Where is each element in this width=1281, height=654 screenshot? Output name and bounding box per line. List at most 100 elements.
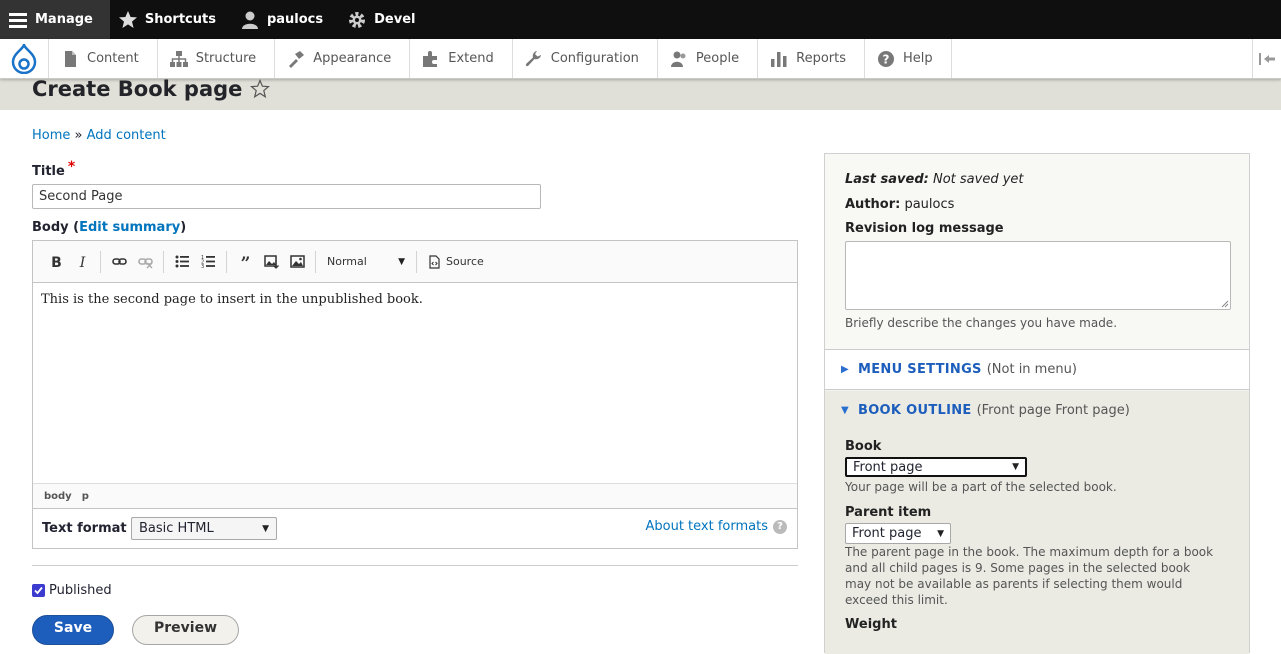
chevron-down-icon: ▼: [398, 256, 405, 267]
menu-item-help[interactable]: ? Help: [865, 39, 952, 78]
parent-item-select[interactable]: Front page ▼: [845, 523, 951, 544]
published-field: Published: [32, 583, 112, 598]
menu-item-label: People: [695, 51, 740, 66]
devel-tab[interactable]: Devel: [339, 0, 431, 39]
top-toolbar: Manage Shortcuts paulocs Devel: [0, 0, 1281, 39]
author-value: paulocs: [904, 197, 955, 212]
image-icon[interactable]: [284, 249, 310, 275]
menu-item-reports[interactable]: Reports: [758, 39, 865, 78]
unlink-icon[interactable]: [132, 249, 158, 275]
published-checkbox[interactable]: [32, 584, 45, 597]
menu-item-people[interactable]: People: [658, 39, 759, 78]
weight-label-wrap: Weight: [845, 617, 897, 632]
menu-settings-summary[interactable]: ▶ MENU SETTINGS (Not in menu): [841, 362, 1077, 377]
menu-item-appearance[interactable]: Appearance: [275, 39, 411, 78]
revision-help: Briefly describe the changes you have ma…: [845, 316, 1118, 330]
revision-label-wrap: Revision log message: [845, 221, 1004, 236]
title-label-wrap: Title *: [32, 159, 75, 179]
breadcrumb-home[interactable]: Home: [32, 128, 70, 143]
weight-label: Weight: [845, 617, 897, 632]
edit-summary-link[interactable]: Edit summary: [79, 220, 180, 235]
bulleted-list-icon[interactable]: [169, 249, 195, 275]
parent-item-value: Front page: [852, 526, 922, 541]
link-icon[interactable]: [106, 249, 132, 275]
book-select[interactable]: Front page ▼: [845, 457, 1027, 477]
user-icon: [240, 10, 260, 30]
content-icon: [61, 50, 79, 68]
drupal-logo-icon[interactable]: [0, 39, 49, 78]
save-button[interactable]: Save: [32, 615, 114, 645]
star-icon: [118, 10, 138, 30]
menu-item-structure[interactable]: Structure: [158, 39, 276, 78]
path-item-body[interactable]: body: [44, 491, 72, 502]
hamburger-icon: [8, 10, 28, 30]
breadcrumb: Home » Add content: [32, 128, 166, 143]
parent-help-line: may not be available as parents if selec…: [845, 577, 1183, 591]
about-text-formats-label: About text formats: [645, 519, 768, 534]
extend-icon: [422, 50, 440, 68]
numbered-list-icon[interactable]: 123: [195, 249, 221, 275]
collapse-tray-icon[interactable]: [1252, 39, 1281, 78]
toolbar-separator: [416, 250, 417, 273]
menu-settings-title: MENU SETTINGS: [858, 362, 982, 377]
breadcrumb-add-content[interactable]: Add content: [87, 128, 166, 143]
toolbar-separator: [226, 250, 227, 273]
gear-icon: [347, 10, 367, 30]
triangle-down-icon: ▼: [841, 405, 849, 416]
devel-label: Devel: [374, 12, 416, 27]
editor-paragraph: This is the second page to insert in the…: [41, 292, 423, 307]
text-format-value: Basic HTML: [139, 521, 214, 536]
title-input[interactable]: [32, 184, 541, 209]
page-title: Create Book page: [32, 77, 243, 101]
shortcuts-label: Shortcuts: [144, 12, 216, 27]
bold-button[interactable]: B: [43, 249, 69, 275]
italic-button[interactable]: I: [69, 249, 95, 275]
manage-tab[interactable]: Manage: [0, 0, 110, 39]
menu-item-configuration[interactable]: Configuration: [513, 39, 658, 78]
insert-image-upload-icon[interactable]: [258, 249, 284, 275]
revision-label: Revision log message: [845, 221, 1004, 236]
book-outline-summary[interactable]: ▼ BOOK OUTLINE (Front page Front page): [841, 403, 1130, 418]
breadcrumb-separator: »: [74, 128, 83, 143]
text-format-select[interactable]: Basic HTML ▼: [131, 517, 277, 540]
parent-help: The parent page in the book. The maximum…: [845, 544, 1213, 608]
meta-sidebar: Last saved: Not saved yet Author: pauloc…: [824, 153, 1250, 654]
about-text-formats-link[interactable]: About text formats ?: [645, 519, 787, 534]
chevron-down-icon: ▼: [937, 528, 944, 539]
preview-button[interactable]: Preview: [132, 615, 239, 645]
svg-text:”: ”: [240, 254, 250, 269]
chevron-down-icon: ▼: [262, 523, 269, 534]
menu-item-extend[interactable]: Extend: [410, 39, 513, 78]
menu-item-label: Appearance: [313, 51, 392, 66]
menu-item-label: Help: [903, 51, 933, 66]
book-help: Your page will be a part of the selected…: [845, 480, 1117, 494]
shortcuts-tab[interactable]: Shortcuts: [110, 0, 232, 39]
meta-section: Last saved: Not saved yet Author: pauloc…: [825, 154, 1249, 350]
svg-text:?: ?: [883, 52, 890, 66]
menu-item-label: Reports: [796, 51, 846, 66]
book-label-wrap: Book: [845, 439, 881, 454]
heading-dropdown-value: Normal: [327, 255, 367, 268]
editor-content[interactable]: This is the second page to insert in the…: [33, 283, 797, 483]
source-button[interactable]: Source: [422, 249, 490, 275]
editor-toolbar: B I 123 ” Normal ▼ Source: [33, 241, 797, 283]
admin-menu-tray: Content Structure Appearance Extend Conf…: [0, 39, 1281, 79]
divider: [32, 565, 798, 566]
book-select-value: Front page: [853, 459, 923, 475]
heading-dropdown[interactable]: Normal ▼: [321, 249, 411, 275]
menu-item-content[interactable]: Content: [49, 39, 158, 78]
revision-log-textarea[interactable]: [845, 241, 1231, 310]
source-icon: [429, 254, 440, 269]
star-icon[interactable]: [250, 78, 271, 99]
source-label: Source: [446, 255, 484, 268]
triangle-right-icon: ▶: [841, 364, 849, 375]
blockquote-icon[interactable]: ”: [232, 249, 258, 275]
path-item-p[interactable]: p: [82, 491, 89, 502]
resize-grip-icon[interactable]: [1221, 300, 1229, 308]
manage-label: Manage: [35, 12, 93, 27]
page-title-wrap: Create Book page: [32, 77, 271, 101]
parent-label-wrap: Parent item: [845, 505, 931, 520]
user-tab[interactable]: paulocs: [232, 0, 339, 39]
element-path: body p: [33, 483, 797, 508]
author-line: Author: paulocs: [845, 197, 954, 212]
